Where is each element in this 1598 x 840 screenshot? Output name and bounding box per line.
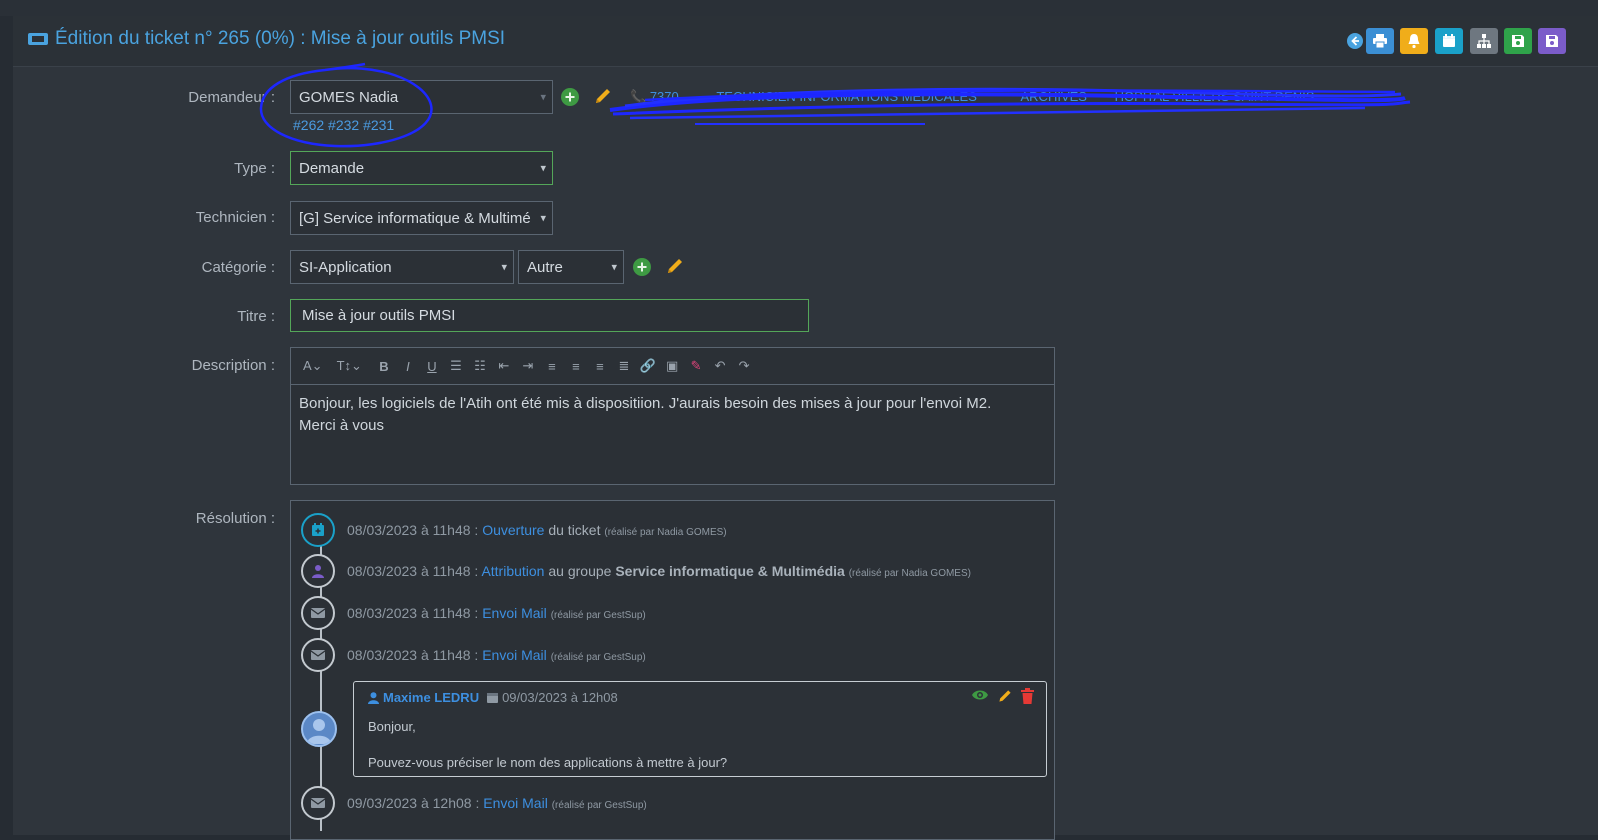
chevron-down-icon: ▾ [540,162,546,175]
timeline-event: 08/03/2023 à 11h48 : Envoi Mail (réalisé… [301,595,646,631]
timeline-event: 08/03/2023 à 11h48 : Envoi Mail (réalisé… [301,637,646,673]
phone-icon: 📞 [630,89,647,104]
top-strip [0,0,1598,16]
comment-actions [971,688,1034,704]
calendar-icon [487,693,499,703]
print-button[interactable] [1366,28,1394,54]
panel-header: Édition du ticket n° 265 (0%) : Mise à j… [13,16,1598,67]
resolution-timeline: 08/03/2023 à 11h48 : Ouverture du ticket… [290,500,1055,840]
user-icon [368,691,379,704]
floppy-icon [1546,35,1558,47]
timeline-event: 08/03/2023 à 11h48 : Attribution au grou… [301,553,971,589]
hierarchy-button[interactable] [1470,28,1498,54]
pencil-icon [596,89,610,103]
add-category-button[interactable] [632,257,652,277]
image-icon[interactable]: ▣ [664,358,680,374]
pencil-icon [668,259,682,273]
comment-body: Bonjour, Pouvez-vous préciser le nom des… [368,719,728,770]
printer-icon [1373,34,1387,49]
chevron-down-icon: ▾ [501,261,507,274]
avatar [301,711,337,747]
redo-icon[interactable]: ↷ [736,358,752,374]
linked-tickets[interactable]: #262 #232 #231 [293,117,394,133]
undo-icon[interactable]: ↶ [712,358,728,374]
add-user-button[interactable] [560,87,580,107]
align-left-icon[interactable]: ≡ [544,359,560,374]
eraser-icon[interactable]: ✎ [688,358,704,374]
numbered-list-icon[interactable]: ☷ [472,358,488,374]
comment-header: Maxime LEDRU 09/03/2023 à 12h08 [368,690,618,705]
timeline-event: 09/03/2023 à 12h08 : Envoi Mail (réalisé… [301,785,647,821]
plus-circle-icon [561,88,579,106]
timeline-event: 08/03/2023 à 11h48 : Ouverture du ticket… [301,512,727,548]
comment-card: Maxime LEDRU 09/03/2023 à 12h08 Bonjour,… [353,681,1047,777]
categorie-select[interactable]: SI-Application ▾ [290,250,514,284]
calendar-button[interactable] [1435,28,1463,54]
font-icon[interactable]: A⌄ [303,358,323,374]
chevron-down-icon: ▾ [540,91,546,104]
technicien-select[interactable]: [G] Service informatique & Multimé ▾ [290,201,553,235]
editor-toolbar: A⌄ T↕⌄ B I U ☰ ☷ ⇤ ⇥ ≡ ≡ ≡ ≣ 🔗 ▣ ✎ ↶ ↷ [291,348,1054,385]
outdent-icon[interactable]: ⇤ [496,358,512,374]
edit-user-button[interactable] [592,85,614,107]
chevron-down-icon: ▾ [611,261,617,274]
description-content[interactable]: Bonjour, les logiciels de l'Atih ont été… [291,385,1054,445]
floppy-icon [1512,35,1524,47]
italic-icon[interactable]: I [400,359,416,374]
user-contact-info: 📞 7370 TECHNICIEN INFORMATIONS MÉDICALES… [630,89,1315,104]
type-label: Type : [234,160,275,177]
envelope-icon [301,596,335,630]
underline-icon[interactable]: U [424,359,440,374]
eye-icon[interactable] [971,688,989,702]
ticket-icon [28,33,48,45]
comment-date: 09/03/2023 à 12h08 [502,690,618,705]
align-center-icon[interactable]: ≡ [568,359,584,374]
trash-icon[interactable] [1021,688,1034,704]
text-size-icon[interactable]: T↕⌄ [337,358,362,374]
edit-category-button[interactable] [664,255,686,277]
pencil-icon[interactable] [997,688,1013,704]
link-icon[interactable]: 🔗 [640,358,656,374]
subcategorie-select[interactable]: Autre ▾ [518,250,624,284]
comment-author[interactable]: Maxime LEDRU [383,690,479,705]
chevron-down-icon: ▾ [540,212,546,225]
page-title: Édition du ticket n° 265 (0%) : Mise à j… [27,28,505,50]
plus-circle-icon [633,258,651,276]
save-close-button[interactable] [1538,28,1566,54]
titre-input[interactable]: Mise à jour outils PMSI [290,299,809,332]
calendar-icon [1443,34,1455,47]
titre-label: Titre : [237,308,275,325]
bell-icon [1408,34,1420,49]
description-label: Description : [191,357,275,374]
back-button[interactable] [1341,28,1369,54]
technicien-label: Technicien : [195,209,275,226]
envelope-icon [301,786,335,820]
save-button[interactable] [1504,28,1532,54]
user-icon [301,554,335,588]
envelope-icon [301,638,335,672]
bullet-list-icon[interactable]: ☰ [448,358,464,374]
description-editor[interactable]: A⌄ T↕⌄ B I U ☰ ☷ ⇤ ⇥ ≡ ≡ ≡ ≣ 🔗 ▣ ✎ ↶ ↷ B… [290,347,1055,485]
notify-button[interactable] [1400,28,1428,54]
demandeur-label: Demandeur : [188,89,275,106]
arrow-left-icon [1347,33,1363,49]
indent-icon[interactable]: ⇥ [520,358,536,374]
resolution-label: Résolution : [195,510,275,527]
user-avatar-icon [307,719,331,744]
bold-icon[interactable]: B [376,359,392,374]
justify-icon[interactable]: ≣ [616,358,632,374]
demandeur-select[interactable]: GOMES Nadia ▾ [290,80,553,114]
categorie-label: Catégorie : [201,259,275,276]
calendar-icon [301,513,335,547]
sitemap-icon [1477,34,1491,48]
align-right-icon[interactable]: ≡ [592,359,608,374]
type-select[interactable]: Demande ▾ [290,151,553,185]
